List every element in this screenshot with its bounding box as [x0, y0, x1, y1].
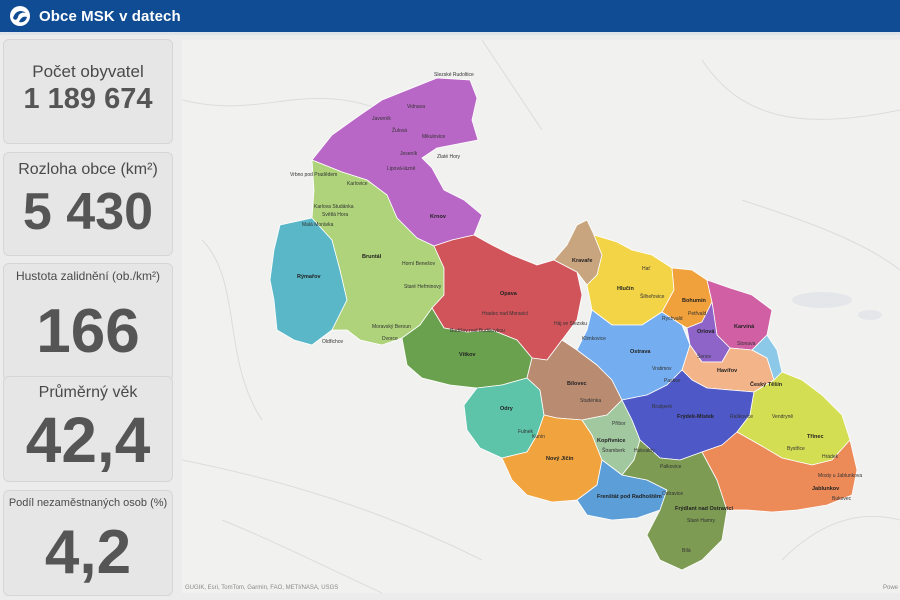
map-label: Havířov: [717, 368, 738, 374]
stat-card-population: Počet obyvatel 1 189 674: [3, 39, 173, 144]
map-label: Horní Benešov: [402, 261, 436, 267]
map-label: Bílá: [682, 548, 691, 554]
map-label: Karviná: [734, 324, 755, 330]
map-label: Bohumín: [682, 298, 706, 304]
map-label: Jeseník: [400, 151, 418, 157]
map-label: Hať: [642, 266, 650, 272]
map-label: Bukovec: [832, 496, 852, 502]
basemap-water: [792, 292, 882, 320]
map-label: Frýdlant nad Ostravicí: [675, 506, 734, 512]
app-title: Obce MSK v datech: [39, 7, 181, 25]
map-label: Vrbno pod Pradědem: [290, 172, 337, 178]
map-label: Rychvald: [662, 316, 683, 322]
stat-value: 42,4: [25, 404, 151, 476]
map-label: Palkovice: [660, 464, 682, 470]
map-label: Jablunkov: [812, 486, 840, 492]
map-label: Šilheřovice: [640, 293, 665, 300]
map-label: Bílovec: [567, 381, 587, 387]
map-label: Raškovice: [730, 414, 753, 420]
map-powered-by: Powe: [882, 585, 898, 591]
map-label: Hukvaldy: [634, 448, 655, 454]
stat-card-area: Rozloha obce (km²) 5 430: [3, 152, 173, 256]
map-label: Hlučín: [617, 286, 634, 292]
map-label: Orlová: [697, 329, 715, 335]
map-label: Kunín: [532, 434, 545, 440]
map-canvas[interactable]: Slezské Rudoltice Vidnava Javorník Žulov…: [182, 40, 900, 593]
header-divider: [0, 32, 900, 35]
district-hlucin[interactable]: [586, 234, 675, 326]
map-label: Bruntál: [362, 254, 382, 260]
map-label: Lipová-lázně: [387, 166, 416, 172]
map-label: Štramberk: [602, 447, 626, 454]
map-label: Frýdek-Místek: [677, 414, 715, 420]
map-label: Vítkov: [459, 352, 476, 358]
map-label: Paskov: [664, 378, 681, 384]
map-label: Budišov nad Budišovkou: [450, 328, 505, 334]
map-label: Mosty u Jablunkova: [818, 473, 862, 479]
map-label: Rýmařov: [297, 274, 321, 280]
map-label: Krnov: [430, 214, 447, 220]
map-label: Kopřivnice: [597, 438, 625, 444]
map-label: Brušperk: [652, 404, 673, 410]
stat-value: 166: [36, 297, 140, 366]
map-label: Dvorce: [382, 336, 398, 342]
map-label: Příbor: [612, 421, 626, 427]
map-label: Ostrava: [630, 349, 651, 355]
map-label: Moravský Beroun: [372, 324, 411, 330]
map-label: Zlaté Hory: [437, 154, 461, 160]
map-label: Bystřice: [787, 446, 805, 452]
map-label: Malá Morávka: [302, 222, 334, 228]
map-label: Stonava: [737, 341, 756, 347]
map-label: Třinec: [807, 434, 824, 440]
map-label: Odry: [500, 406, 514, 412]
stat-value: 5 430: [22, 183, 154, 241]
map-label: Opava: [500, 291, 518, 297]
map-label: Vidnava: [407, 104, 425, 110]
map-label: Karlovice: [347, 181, 368, 187]
map-label: Staré Heřminovy: [404, 284, 442, 290]
map-label: Háj ve Slezsku: [554, 321, 587, 327]
map-label: Český Těšín: [750, 381, 783, 388]
stat-card-density: Hustota zalidnění (ob./km²) 166: [3, 263, 173, 381]
map-label: Mikulovice: [422, 134, 446, 140]
map-label: Hradec nad Moravicí: [482, 311, 529, 317]
map-label: Javorník: [372, 116, 391, 122]
stat-label: Rozloha obce (km²): [18, 161, 158, 178]
stat-card-average-age: Průměrný věk 42,4: [3, 376, 173, 482]
map-label: Petřvald: [688, 311, 707, 317]
stat-label: Podíl nezaměstnaných osob (%): [8, 497, 168, 509]
map-label: Světlá Hora: [322, 212, 348, 218]
region-logo-icon: [10, 6, 30, 26]
map-label: Žulová: [392, 126, 407, 134]
app-header: Obce MSK v datech: [0, 0, 900, 32]
map-label: Staré Hamry: [687, 518, 716, 524]
map-label: Frenštát pod Radhoštěm: [597, 494, 662, 500]
map-label: Vendryně: [772, 414, 793, 420]
map-label: Šenov: [697, 353, 712, 360]
map-label: Karlova Studánka: [314, 204, 354, 210]
region-map[interactable]: Slezské Rudoltice Vidnava Javorník Žulov…: [182, 40, 900, 593]
map-label: Slezské Rudoltice: [434, 72, 474, 78]
map-label: Nový Jičín: [546, 456, 574, 462]
map-label: Vratimov: [652, 366, 672, 372]
stat-value: 1 189 674: [23, 83, 153, 115]
map-label: Studénka: [580, 398, 601, 404]
map-label: Ostravice: [662, 491, 683, 497]
stat-label: Průměrný věk: [38, 384, 138, 401]
stat-value: 4,2: [44, 518, 132, 587]
stat-label: Počet obyvatel: [32, 62, 144, 81]
map-label: Oldřichov: [322, 339, 344, 345]
map-label: Kravaře: [572, 258, 593, 264]
map-attribution: GUGIK, Esri, TomTom, Garmin, FAO, METI/N…: [185, 585, 339, 591]
stat-card-unemployment: Podíl nezaměstnaných osob (%) 4,2: [3, 490, 173, 596]
stat-label: Hustota zalidnění (ob./km²): [15, 269, 161, 283]
map-label: Hrádek: [822, 454, 839, 460]
map-label: Klimkovice: [582, 336, 606, 342]
